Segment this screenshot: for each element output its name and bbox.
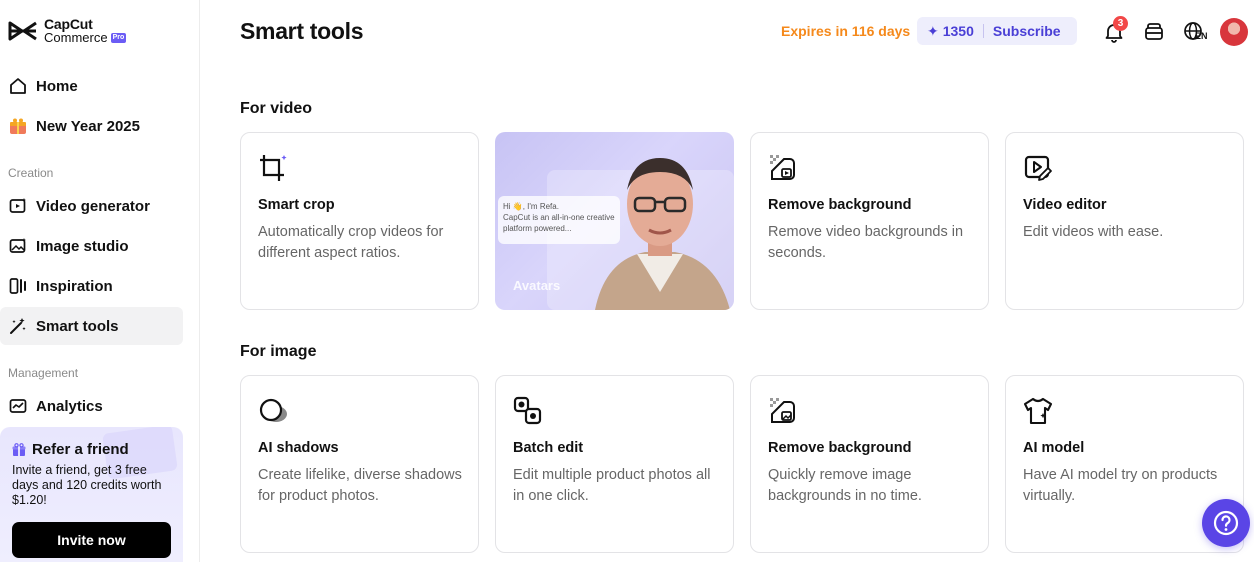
sidebar-item-home[interactable]: Home <box>0 67 183 105</box>
tool-card-smart-crop[interactable]: Smart crop Automatically crop videos for… <box>240 132 479 310</box>
user-avatar[interactable] <box>1220 18 1248 46</box>
analytics-icon <box>8 396 28 416</box>
image-studio-icon <box>8 236 28 256</box>
section-title-video: For video <box>240 100 313 117</box>
tool-card-batch-edit[interactable]: Batch edit Edit multiple product photos … <box>495 375 734 553</box>
card-label: Avatars <box>513 278 561 293</box>
sidebar-item-label: Inspiration <box>36 277 113 295</box>
sidebar-item-smart-tools[interactable]: Smart tools <box>0 307 183 345</box>
capcut-commerce-logo[interactable]: CapCut Commerce Pro <box>8 17 127 45</box>
expiry-notice: Expires in 116 days <box>781 23 911 39</box>
magic-wand-icon <box>8 316 28 336</box>
gift-icon <box>12 442 26 456</box>
sidebar-item-video-generator[interactable]: Video generator <box>0 187 183 225</box>
question-mark-icon <box>1213 510 1239 536</box>
page-title: Smart tools <box>240 18 364 44</box>
card-title: AI shadows <box>258 440 339 456</box>
card-description: Have AI model try on products virtually. <box>1023 467 1218 504</box>
card-title: Batch edit <box>513 440 584 456</box>
notifications-button[interactable]: 3 <box>1101 16 1128 45</box>
tool-card-remove-image-background[interactable]: Remove background Quickly remove image b… <box>750 375 989 553</box>
card-description: Quickly remove image backgrounds in no t… <box>768 467 922 504</box>
sidebar-item-label: Video generator <box>36 197 150 215</box>
remove-background-icon <box>770 398 795 423</box>
card-title: Remove background <box>768 197 912 213</box>
sidebar-item-label: Image studio <box>36 237 129 255</box>
section-label-management: Management <box>8 366 79 380</box>
video-editor-icon <box>1024 155 1052 181</box>
credits-subscribe-pill: ✦ 1350 Subscribe <box>917 17 1077 45</box>
shirt-icon <box>1023 397 1053 425</box>
sidebar-item-label: Smart tools <box>36 317 119 335</box>
shadow-icon <box>259 398 287 422</box>
card-description: Edit multiple product photos all in one … <box>513 467 711 504</box>
card-description: Edit videos with ease. <box>1023 224 1164 240</box>
capcut-logo-icon <box>8 21 37 41</box>
sidebar-item-label: New Year 2025 <box>36 117 140 135</box>
speech-bubble: Hi 👋, I'm Refa. CapCut is an all-in-one … <box>498 196 620 244</box>
home-icon <box>8 76 28 96</box>
subscribe-link[interactable]: Subscribe <box>993 23 1061 39</box>
invite-now-button[interactable]: Invite now <box>12 522 171 558</box>
card-description: Create lifelike, diverse shadows for pro… <box>258 467 462 504</box>
inspiration-icon <box>8 276 28 296</box>
section-label-creation: Creation <box>8 166 54 180</box>
help-button[interactable] <box>1202 499 1250 547</box>
sidebar-item-image-studio[interactable]: Image studio <box>0 227 183 265</box>
wallet-icon <box>1145 23 1163 40</box>
batch-edit-icon <box>513 396 542 425</box>
credits-count[interactable]: 1350 <box>943 23 974 39</box>
crop-icon <box>260 155 287 181</box>
sidebar: CapCut Commerce Pro Home New Year 2025 Cr… <box>0 0 200 562</box>
tool-card-remove-video-background[interactable]: Remove background Remove video backgroun… <box>750 132 989 310</box>
sidebar-item-new-year[interactable]: New Year 2025 <box>0 107 183 145</box>
tool-card-avatars[interactable]: Hi 👋, I'm Refa. CapCut is an all-in-one … <box>495 132 734 310</box>
card-description: Automatically crop videos for different … <box>258 224 444 261</box>
gift-icon <box>8 116 28 136</box>
card-title: AI model <box>1023 440 1085 456</box>
refer-description: Invite a friend, get 3 free days and 120… <box>12 463 162 507</box>
refer-a-friend-panel: Refer a friend Invite a friend, get 3 fr… <box>0 427 183 562</box>
remove-background-icon <box>770 155 795 180</box>
card-title: Video editor <box>1023 197 1107 213</box>
sidebar-item-label: Analytics <box>36 397 103 415</box>
wallet-button[interactable] <box>1141 19 1167 45</box>
card-title: Remove background <box>768 440 912 456</box>
sidebar-item-analytics[interactable]: Analytics <box>0 387 183 425</box>
sparkle-icon: ✦ <box>927 22 939 39</box>
brand-subname: Commerce <box>44 30 108 45</box>
pro-badge: Pro <box>110 32 127 43</box>
language-code: EN <box>1195 31 1208 41</box>
language-button[interactable]: EN <box>1181 19 1208 45</box>
section-title-image: For image <box>240 343 317 360</box>
refer-title: Refer a friend <box>12 441 129 458</box>
sidebar-item-label: Home <box>36 77 78 95</box>
card-title: Smart crop <box>258 197 335 213</box>
divider <box>982 24 984 38</box>
video-generator-icon <box>8 196 28 216</box>
tool-card-ai-shadows[interactable]: AI shadows Create lifelike, diverse shad… <box>240 375 479 553</box>
card-description: Remove video backgrounds in seconds. <box>768 224 964 261</box>
sidebar-item-inspiration[interactable]: Inspiration <box>0 267 183 305</box>
tool-card-video-editor[interactable]: Video editor Edit videos with ease. <box>1005 132 1244 310</box>
notification-count-badge: 3 <box>1113 16 1128 31</box>
